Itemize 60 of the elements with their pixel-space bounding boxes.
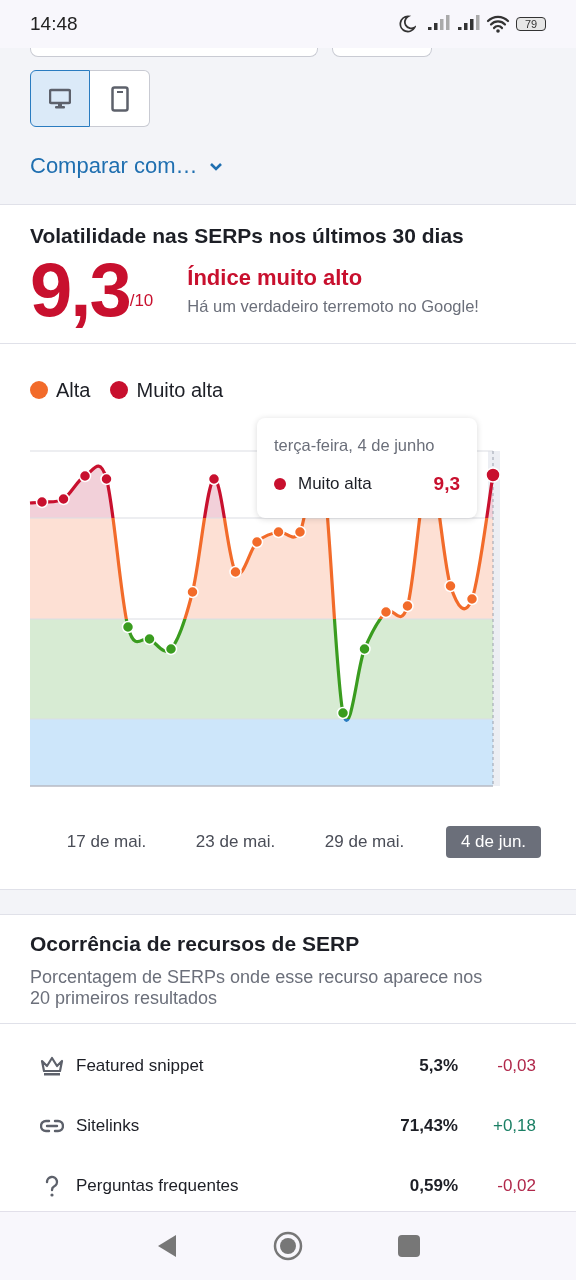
feature-share: 71,43% [400,1116,458,1136]
section-title: Volatilidade nas SERPs nos últimos 30 dias [30,223,465,249]
monitor-icon [49,87,71,110]
legend-label: Alta [56,378,91,402]
data-point [121,620,135,634]
feature-name: Sitelinks [76,1116,141,1136]
section-title: Ocorrência de recursos de SERP [30,931,361,957]
feature-change: -0,03 [496,1056,536,1076]
link-icon [40,1119,64,1133]
date-label[interactable]: 4 de jun. [445,826,542,858]
data-point [57,492,70,506]
data-point [485,467,501,483]
data-point [336,706,350,720]
data-point [272,525,285,539]
level-title: Índice muito alto [187,264,364,291]
tooltip-value: 9,3 [433,473,460,495]
wifi-icon [486,15,510,33]
moon-icon [398,15,416,33]
feature-change: +0,18 [492,1116,536,1136]
data-point [444,579,457,593]
feature-name: Perguntas frequentes [76,1176,240,1196]
home-icon[interactable] [273,1231,303,1261]
legend-label: Muito alta [136,378,224,402]
data-point [164,642,178,656]
data-point [78,469,92,483]
data-point [35,495,49,509]
data-point [143,632,156,646]
section-subtitle: Porcentagem de SERPs onde esse recurso aparece nos 20 primeiros resultados [30,967,484,1009]
score-scale: /10 [129,291,154,310]
data-point [465,592,479,606]
volatility-score: 9,3 [30,251,130,329]
date-label[interactable]: 23 de mai. [180,826,291,858]
data-point [293,525,307,539]
data-point [358,642,371,656]
date-label[interactable]: 17 de mai. [51,826,162,858]
feature-name: Featured snippet [76,1056,205,1076]
phone-icon [110,85,129,112]
data-point [186,585,199,599]
back-icon[interactable] [156,1234,178,1258]
date-label[interactable]: 29 de mai. [309,826,420,858]
device-toggle-button[interactable] [30,70,90,127]
data-point [379,605,393,619]
data-point [207,472,221,486]
crown-icon [40,1055,64,1077]
feature-change: -0,02 [496,1176,536,1196]
compare-link[interactable]: Comparar com… [30,151,224,181]
level-description: Há um verdadeiro terremoto no Google! [187,296,479,316]
chevron-down-icon [209,161,224,171]
tooltip-series: Muito alta [298,474,373,494]
tooltip-date: terça-feira, 4 de junho [274,436,436,455]
recents-icon[interactable] [398,1235,420,1257]
battery-icon: 79 [516,17,546,31]
device-toggle-button[interactable] [90,70,150,127]
data-point [100,472,113,486]
feature-share: 5,3% [419,1056,458,1076]
status-time: 14:48 [30,13,78,35]
feature-share: 0,59% [409,1176,458,1196]
data-point [250,535,264,549]
data-point [401,599,414,613]
data-point [229,565,242,579]
